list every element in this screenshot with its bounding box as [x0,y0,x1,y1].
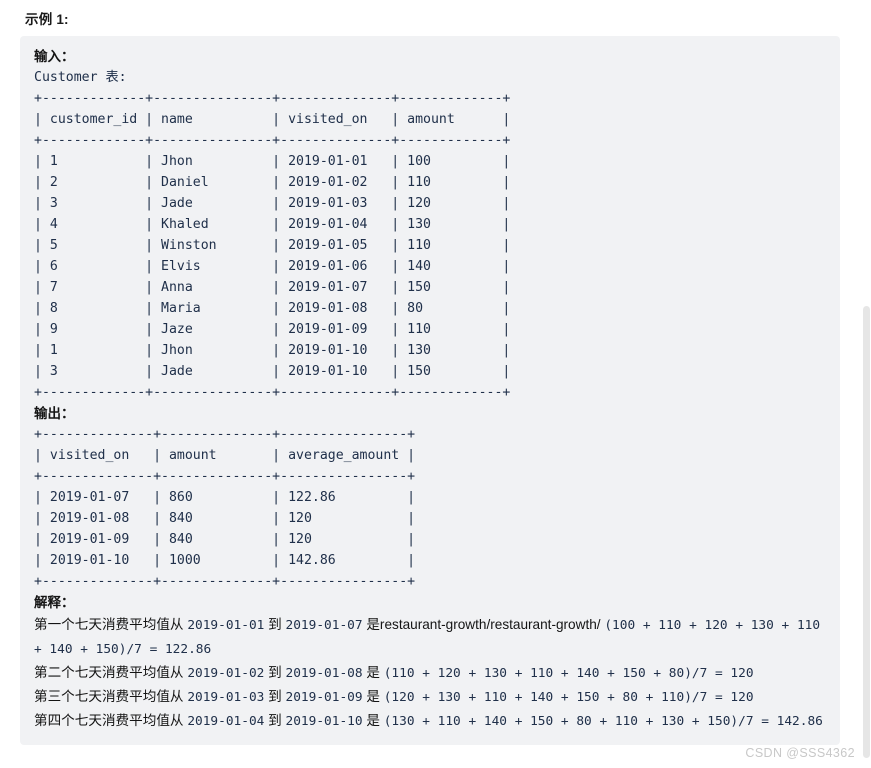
vertical-scrollbar-thumb[interactable] [863,306,870,758]
table-row: | 3 | Jade | 2019-01-03 | 120 | [34,196,511,211]
input-table-body: | 1 | Jhon | 2019-01-01 | 100 | | 2 | Da… [34,151,840,382]
table-row: | 8 | Maria | 2019-01-08 | 80 | [34,301,511,316]
output-section-heading: 输出： [34,406,75,421]
table-row: | 9 | Jaze | 2019-01-09 | 110 | [34,322,511,337]
explanation-mid: 到 [264,617,286,632]
explanation-mid: 到 [264,713,286,728]
watermark-text: CSDN @SSS4362 [745,746,855,760]
page-root: 示例 1: 输入： Customer 表: +-------------+---… [0,0,871,768]
table-row: | 2 | Daniel | 2019-01-02 | 110 | [34,175,511,190]
explanation-line: 第一个七天消费平均值从 2019-01-01 到 2019-01-07 是res… [34,613,834,661]
explanation-mid: 到 [264,689,286,704]
output-table-body: | 2019-01-07 | 860 | 122.86 | | 2019-01-… [34,487,840,571]
explanation-date-to: 2019-01-10 [285,714,363,729]
explanation-formula: (130 + 110 + 140 + 150 + 80 + 110 + 130 … [383,714,823,729]
explanation-line: 第四个七天消费平均值从 2019-01-04 到 2019-01-10 是 (1… [34,709,834,733]
output-table-separator-bottom: +--------------+--------------+---------… [34,574,416,589]
output-table-separator-mid: +--------------+--------------+---------… [34,469,416,484]
explanation-suffix: 是 [362,689,384,704]
explanation-date-to: 2019-01-08 [285,666,363,681]
explanation-line: 第三个七天消费平均值从 2019-01-03 到 2019-01-09 是 (1… [34,685,834,709]
input-table-caption: Customer 表: [34,70,127,85]
table-row: | 3 | Jade | 2019-01-10 | 150 | [34,364,511,379]
table-row: | 4 | Khaled | 2019-01-04 | 130 | [34,217,511,232]
input-table-separator-mid: +-------------+---------------+---------… [34,133,511,148]
explanation-date-from: 2019-01-03 [187,690,265,705]
explanation-date-to: 2019-01-09 [285,690,363,705]
explanation-formula: (110 + 120 + 130 + 110 + 140 + 150 + 80)… [383,666,754,681]
table-row: | 2019-01-07 | 860 | 122.86 | [34,490,416,505]
table-row: | 2019-01-09 | 840 | 120 | [34,532,416,547]
table-row: | 1 | Jhon | 2019-01-10 | 130 | [34,343,511,358]
output-table-header-row: | visited_on | amount | average_amount | [34,448,416,463]
table-row: | 6 | Elvis | 2019-01-06 | 140 | [34,259,511,274]
input-table-separator-bottom: +-------------+---------------+---------… [34,385,511,400]
explanation-mid: 到 [264,665,286,680]
explanation-suffix: 是restaurant-growth/restaurant-growth/ [362,617,605,632]
example-code-block: 输入： Customer 表: +-------------+---------… [20,36,840,745]
table-row: | 2019-01-08 | 840 | 120 | [34,511,416,526]
input-table-separator-top: +-------------+---------------+---------… [34,91,511,106]
explanation-suffix: 是 [362,665,384,680]
explanation-formula: (120 + 130 + 110 + 140 + 150 + 80 + 110)… [383,690,754,705]
explanation-section-heading: 解释： [34,595,75,610]
table-row: | 1 | Jhon | 2019-01-01 | 100 | [34,154,511,169]
explanation-prefix: 第三个七天消费平均值从 [34,689,188,704]
explanation-date-to: 2019-01-07 [285,618,363,633]
input-section-heading: 输入： [34,49,75,64]
explanation-prefix: 第二个七天消费平均值从 [34,665,188,680]
explanation-prefix: 第一个七天消费平均值从 [34,617,188,632]
table-row: | 2019-01-10 | 1000 | 142.86 | [34,553,416,568]
output-table-separator-top: +--------------+--------------+---------… [34,427,416,442]
table-row: | 5 | Winston | 2019-01-05 | 110 | [34,238,511,253]
explanation-suffix: 是 [362,713,384,728]
explanation-date-from: 2019-01-02 [187,666,265,681]
explanation-prefix: 第四个七天消费平均值从 [34,713,188,728]
table-row: | 7 | Anna | 2019-01-07 | 150 | [34,280,511,295]
page-title: 示例 1: [25,12,69,27]
vertical-scrollbar-track[interactable] [862,0,871,768]
explanation-date-from: 2019-01-04 [187,714,265,729]
input-table-header-row: | customer_id | name | visited_on | amou… [34,112,511,127]
explanation-line: 第二个七天消费平均值从 2019-01-02 到 2019-01-08 是 (1… [34,661,834,685]
explanation-date-from: 2019-01-01 [187,618,265,633]
